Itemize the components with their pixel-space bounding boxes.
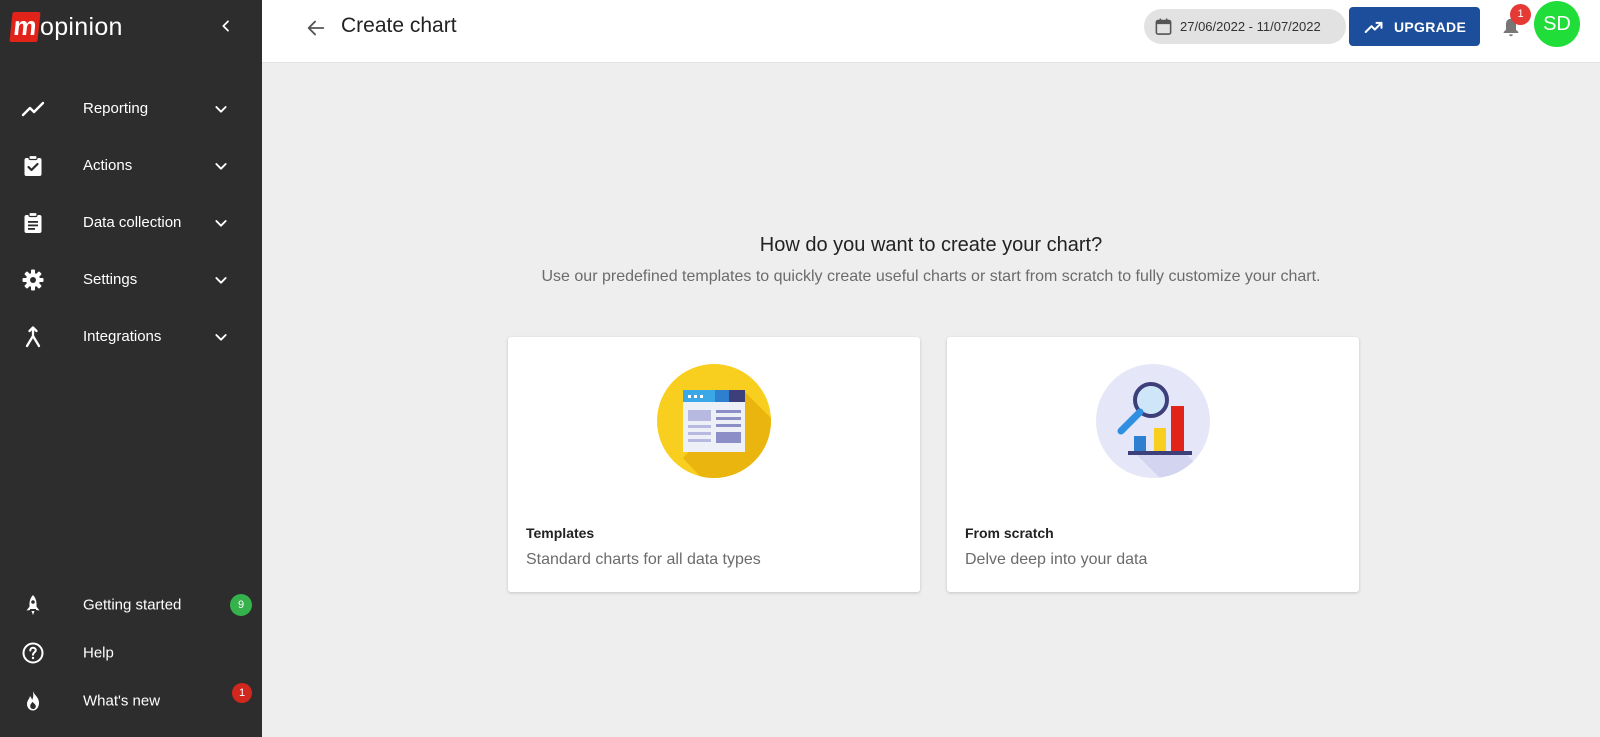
magnifier-chart-illustration-icon [1096,364,1210,478]
upgrade-button[interactable]: UPGRADE [1349,7,1480,46]
sidebar-item-label: Data collection [83,214,182,231]
page-heading: How do you want to create your chart? [759,234,1103,256]
sidebar-item-label: Settings [83,271,138,288]
sidebar-item-label: Actions [83,157,133,174]
sidebar-item-getting-started[interactable]: Getting started 9 [0,581,262,629]
card-description: Delve deep into your data [965,551,1148,568]
fire-icon [20,688,46,714]
count-badge: 9 [230,594,252,616]
collapse-sidebar-button[interactable] [214,14,238,38]
sidebar-nav: Reporting Actions Data collection Settin… [0,80,262,365]
chevron-down-icon[interactable] [210,155,232,177]
clipboard-check-icon [20,153,46,179]
help-circle-icon [20,640,46,666]
templates-card[interactable]: Templates Standard charts for all data t… [508,337,920,592]
sidebar: m opinion Reporting Actions Data collect… [0,0,262,737]
sidebar-item-help[interactable]: Help [0,629,262,677]
date-range-text: 27/06/2022 - 11/07/2022 [1180,19,1321,34]
sidebar-item-label: Getting started [83,596,182,614]
sidebar-item-reporting[interactable]: Reporting [0,80,262,137]
top-header: Create chart 27/06/2022 - 11/07/2022 UPG… [262,0,1600,63]
sidebar-item-label: Integrations [83,328,162,345]
chevron-down-icon[interactable] [210,212,232,234]
upgrade-label: UPGRADE [1394,18,1467,35]
card-title: Templates [526,525,595,541]
sidebar-item-settings[interactable]: Settings [0,251,262,308]
user-avatar[interactable]: SD [1534,1,1580,47]
back-button[interactable] [302,14,330,42]
template-illustration-icon [657,364,771,478]
sidebar-item-actions[interactable]: Actions [0,137,262,194]
logo-text: opinion [40,12,123,41]
clipboard-list-icon [20,210,46,236]
chevron-down-icon[interactable] [210,326,232,348]
chevron-down-icon[interactable] [210,269,232,291]
sidebar-item-integrations[interactable]: Integrations [0,308,262,365]
trend-line-icon [20,96,46,122]
merge-icon [20,324,46,350]
sidebar-item-whats-new[interactable]: What's new 1 [0,677,262,725]
chevron-down-icon[interactable] [210,98,232,120]
notification-count-badge: 1 [1510,4,1531,25]
sidebar-bottom-nav: Getting started 9 Help What's new 1 [0,581,262,725]
mopinion-logo[interactable]: m opinion [9,10,123,44]
arrow-left-icon [307,20,325,36]
date-range-picker[interactable]: 27/06/2022 - 11/07/2022 [1144,9,1346,44]
card-description: Standard charts for all data types [526,551,761,568]
sidebar-item-label: Help [83,644,114,662]
chevron-left-icon [222,20,229,32]
page-title: Create chart [341,14,457,37]
sidebar-item-label: Reporting [83,100,149,117]
from-scratch-card[interactable]: From scratch Delve deep into your data [947,337,1359,592]
sidebar-item-label: What's new [83,692,161,710]
trending-up-icon [1364,17,1384,37]
page-subheading: Use our predefined templates to quickly … [541,268,1321,285]
gear-icon [20,267,46,293]
count-badge: 1 [232,683,252,703]
sidebar-item-data-collection[interactable]: Data collection [0,194,262,251]
rocket-icon [20,592,46,618]
card-title: From scratch [965,525,1054,541]
logo-mark: m [9,11,41,42]
calendar-icon [1153,17,1173,37]
